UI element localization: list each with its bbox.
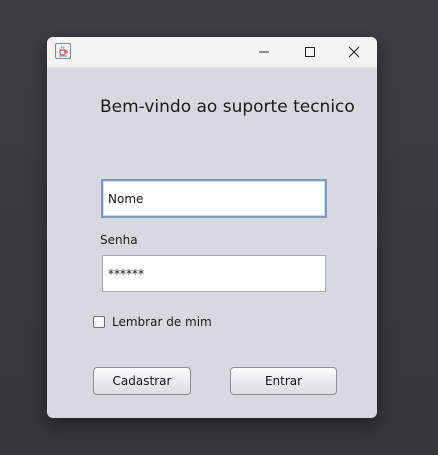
- java-cup-icon: [55, 43, 71, 59]
- maximize-button[interactable]: [287, 37, 333, 67]
- login-button[interactable]: Entrar: [230, 367, 337, 395]
- password-input[interactable]: [102, 255, 326, 292]
- name-input[interactable]: [101, 179, 327, 218]
- close-icon: [348, 46, 360, 58]
- title-bar[interactable]: [47, 37, 377, 68]
- remember-me-option[interactable]: Lembrar de mim: [93, 314, 212, 330]
- login-window: Bem-vindo ao suporte tecnico Senha Lembr…: [47, 37, 377, 418]
- close-button[interactable]: [331, 37, 377, 67]
- welcome-heading: Bem-vindo ao suporte tecnico: [100, 97, 355, 117]
- register-button[interactable]: Cadastrar: [93, 367, 191, 395]
- password-label: Senha: [100, 233, 138, 247]
- remember-me-checkbox[interactable]: [93, 316, 105, 328]
- desktop-background: Bem-vindo ao suporte tecnico Senha Lembr…: [0, 0, 438, 455]
- minimize-icon: [259, 51, 269, 53]
- minimize-button[interactable]: [241, 37, 287, 67]
- maximize-icon: [305, 47, 315, 57]
- remember-me-label[interactable]: Lembrar de mim: [112, 315, 212, 329]
